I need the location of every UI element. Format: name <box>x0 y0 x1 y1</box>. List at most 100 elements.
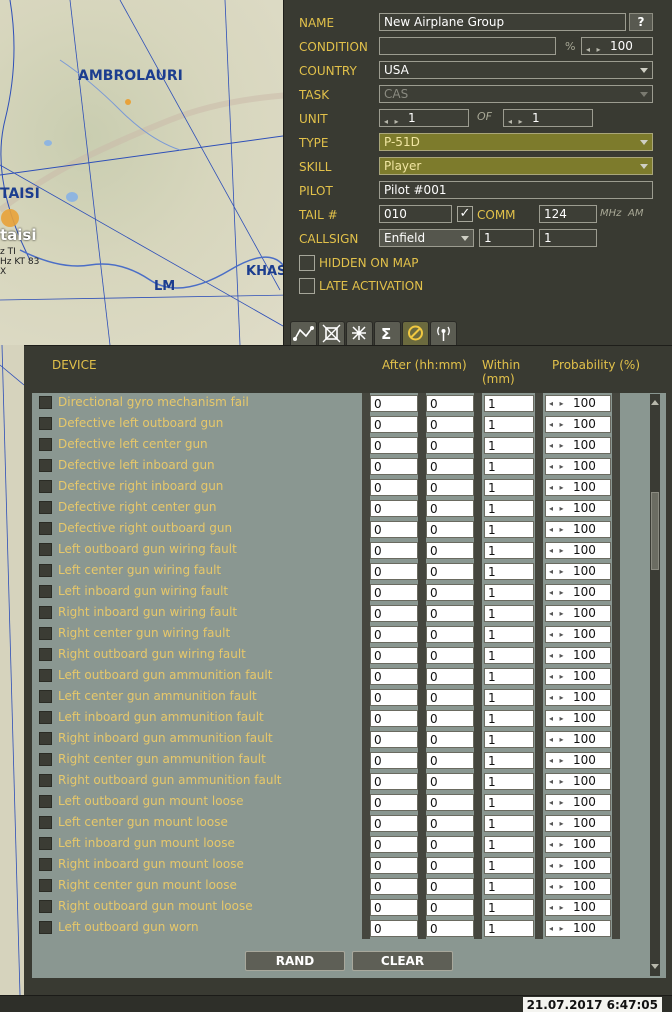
failure-enable-checkbox[interactable] <box>39 921 52 934</box>
after-minutes-input[interactable]: 0 <box>426 584 474 601</box>
after-minutes-input[interactable]: 0 <box>426 815 474 832</box>
probability-spinner[interactable]: ◂ ▸ 100 <box>545 857 611 874</box>
after-minutes-input[interactable]: 0 <box>426 395 474 412</box>
after-hours-input[interactable]: 0 <box>370 920 418 937</box>
probability-spinner[interactable]: ◂ ▸ 100 <box>545 878 611 895</box>
after-hours-input[interactable]: 0 <box>370 521 418 538</box>
probability-spinner[interactable]: ◂ ▸ 100 <box>545 920 611 937</box>
table-row[interactable]: Right center gun wiring fault 0 0 1 ◂ ▸ 100 <box>32 624 666 645</box>
condition-percent-spinner[interactable]: ◂ ▸ 100 <box>581 37 653 55</box>
after-hours-input[interactable]: 0 <box>370 773 418 790</box>
after-minutes-input[interactable]: 0 <box>426 920 474 937</box>
after-minutes-input[interactable]: 0 <box>426 773 474 790</box>
hidden-on-map-checkbox[interactable] <box>299 255 315 271</box>
probability-spinner[interactable]: ◂ ▸ 100 <box>545 395 611 412</box>
probability-spinner[interactable]: ◂ ▸ 100 <box>545 836 611 853</box>
scrollbar-thumb[interactable] <box>651 492 659 570</box>
probability-spinner[interactable]: ◂ ▸ 100 <box>545 899 611 916</box>
after-minutes-input[interactable]: 0 <box>426 731 474 748</box>
scroll-down-icon[interactable] <box>651 964 659 969</box>
failures-scrollbar[interactable] <box>650 394 660 976</box>
rand-button[interactable]: RAND <box>245 951 345 971</box>
unit-of-spinner[interactable]: ◂ ▸ 1 <box>503 109 593 127</box>
after-minutes-input[interactable]: 0 <box>426 605 474 622</box>
failure-enable-checkbox[interactable] <box>39 816 52 829</box>
help-button[interactable]: ? <box>629 13 653 31</box>
after-minutes-input[interactable]: 0 <box>426 689 474 706</box>
within-minutes-input[interactable]: 1 <box>484 626 534 643</box>
table-row[interactable]: Left center gun ammunition fault 0 0 1 ◂ ▸ 10… <box>32 687 666 708</box>
failure-enable-checkbox[interactable] <box>39 585 52 598</box>
within-minutes-input[interactable]: 1 <box>484 710 534 727</box>
tail-number-input[interactable]: 010 <box>379 205 452 223</box>
probability-spinner[interactable]: ◂ ▸ 100 <box>545 584 611 601</box>
failure-enable-checkbox[interactable] <box>39 417 52 430</box>
within-minutes-input[interactable]: 1 <box>484 899 534 916</box>
unit-spinner[interactable]: ◂ ▸ 1 <box>379 109 469 127</box>
failure-enable-checkbox[interactable] <box>39 480 52 493</box>
within-minutes-input[interactable]: 1 <box>484 815 534 832</box>
after-hours-input[interactable]: 0 <box>370 605 418 622</box>
failure-enable-checkbox[interactable] <box>39 627 52 640</box>
after-hours-input[interactable]: 0 <box>370 836 418 853</box>
after-minutes-input[interactable]: 0 <box>426 416 474 433</box>
failure-enable-checkbox[interactable] <box>39 606 52 619</box>
mission-map-strip[interactable] <box>0 345 24 995</box>
callsign-flight-input[interactable]: 1 <box>479 229 534 247</box>
after-hours-input[interactable]: 0 <box>370 857 418 874</box>
failure-enable-checkbox[interactable] <box>39 753 52 766</box>
table-row[interactable]: Right inboard gun mount loose 0 0 1 ◂ ▸ 100 <box>32 855 666 876</box>
after-minutes-input[interactable]: 0 <box>426 458 474 475</box>
probability-spinner[interactable]: ◂ ▸ 100 <box>545 773 611 790</box>
table-row[interactable]: Defective left inboard gun 0 0 1 ◂ ▸ 100 <box>32 456 666 477</box>
table-row[interactable]: Directional gyro mechanism fail 0 0 1 ◂ ▸ 100 <box>32 393 666 414</box>
table-row[interactable]: Right outboard gun mount loose 0 0 1 ◂ ▸ 100 <box>32 897 666 918</box>
within-minutes-input[interactable]: 1 <box>484 647 534 664</box>
after-hours-input[interactable]: 0 <box>370 731 418 748</box>
after-minutes-input[interactable]: 0 <box>426 836 474 853</box>
callsign-number-input[interactable]: 1 <box>539 229 597 247</box>
within-minutes-input[interactable]: 1 <box>484 395 534 412</box>
targets-tab[interactable] <box>318 321 345 346</box>
after-hours-input[interactable]: 0 <box>370 479 418 496</box>
failure-enable-checkbox[interactable] <box>39 396 52 409</box>
failure-enable-checkbox[interactable] <box>39 648 52 661</box>
after-minutes-input[interactable]: 0 <box>426 647 474 664</box>
failure-enable-checkbox[interactable] <box>39 438 52 451</box>
after-minutes-input[interactable]: 0 <box>426 500 474 517</box>
table-row[interactable]: Right center gun mount loose 0 0 1 ◂ ▸ 100 <box>32 876 666 897</box>
table-row[interactable]: Defective left outboard gun 0 0 1 ◂ ▸ 100 <box>32 414 666 435</box>
after-hours-input[interactable]: 0 <box>370 437 418 454</box>
table-row[interactable]: Left outboard gun mount loose 0 0 1 ◂ ▸ 100 <box>32 792 666 813</box>
within-minutes-input[interactable]: 1 <box>484 458 534 475</box>
after-minutes-input[interactable]: 0 <box>426 542 474 559</box>
after-minutes-input[interactable]: 0 <box>426 857 474 874</box>
within-minutes-input[interactable]: 1 <box>484 542 534 559</box>
table-row[interactable]: Defective left center gun 0 0 1 ◂ ▸ 100 <box>32 435 666 456</box>
table-row[interactable]: Left center gun wiring fault 0 0 1 ◂ ▸ 100 <box>32 561 666 582</box>
after-hours-input[interactable]: 0 <box>370 500 418 517</box>
within-minutes-input[interactable]: 1 <box>484 584 534 601</box>
probability-spinner[interactable]: ◂ ▸ 100 <box>545 668 611 685</box>
failure-enable-checkbox[interactable] <box>39 900 52 913</box>
within-minutes-input[interactable]: 1 <box>484 689 534 706</box>
failure-enable-checkbox[interactable] <box>39 879 52 892</box>
after-hours-input[interactable]: 0 <box>370 794 418 811</box>
table-row[interactable]: Left inboard gun wiring fault 0 0 1 ◂ ▸ 100 <box>32 582 666 603</box>
country-select[interactable]: USA <box>379 61 653 79</box>
comm-frequency-input[interactable]: 124 <box>539 205 597 223</box>
within-minutes-input[interactable]: 1 <box>484 731 534 748</box>
within-minutes-input[interactable]: 1 <box>484 857 534 874</box>
after-hours-input[interactable]: 0 <box>370 689 418 706</box>
table-row[interactable]: Left outboard gun worn 0 0 1 ◂ ▸ 100 <box>32 918 666 939</box>
mission-datetime[interactable]: 21.07.2017 6:47:05 <box>522 997 662 1012</box>
route-tab[interactable] <box>290 321 317 346</box>
within-minutes-input[interactable]: 1 <box>484 878 534 895</box>
scroll-up-icon[interactable] <box>651 400 659 405</box>
callsign-select[interactable]: Enfield <box>379 229 474 247</box>
table-row[interactable]: Right inboard gun ammunition fault 0 0 1 ◂ ▸… <box>32 729 666 750</box>
probability-spinner[interactable]: ◂ ▸ 100 <box>545 815 611 832</box>
after-hours-input[interactable]: 0 <box>370 752 418 769</box>
after-hours-input[interactable]: 0 <box>370 563 418 580</box>
name-input[interactable]: New Airplane Group <box>379 13 626 31</box>
